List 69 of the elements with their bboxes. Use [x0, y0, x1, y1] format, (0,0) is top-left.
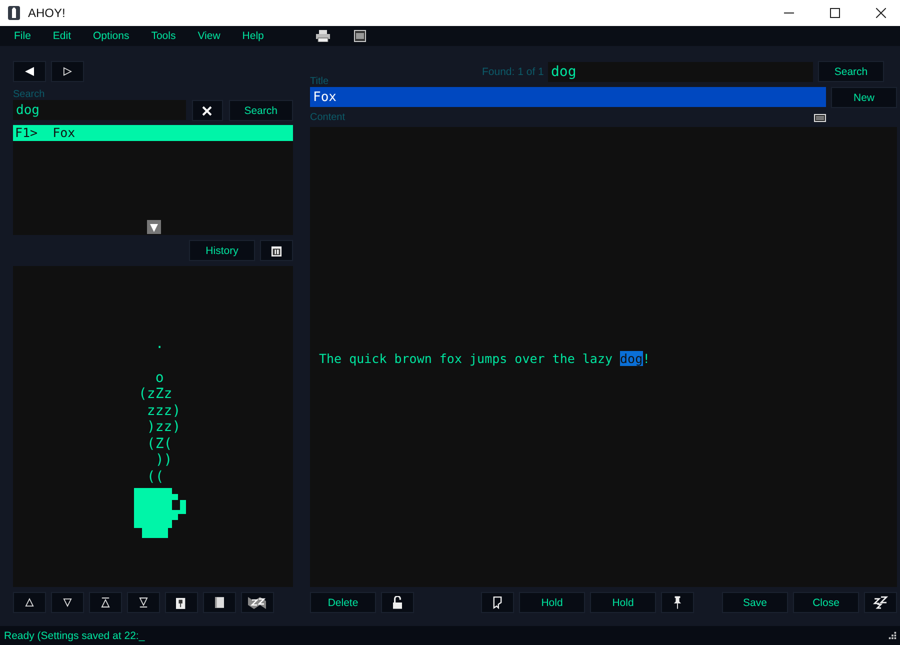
printer-icon[interactable] — [316, 30, 330, 42]
lock-button[interactable] — [381, 592, 414, 613]
move-bottom-button[interactable] — [127, 592, 160, 613]
ascii-steam-line: )) — [154, 452, 174, 468]
bookmark-button[interactable] — [481, 592, 514, 613]
notebook-button[interactable] — [203, 592, 236, 613]
result-item[interactable]: F1> Fox — [13, 125, 293, 141]
unlocked-padlock-icon — [393, 596, 402, 609]
menu-item[interactable]: Help — [242, 30, 264, 42]
app-icon — [8, 6, 20, 20]
search-label: Search — [13, 89, 46, 100]
title-label: Title — [310, 76, 330, 87]
down-triangle-icon — [63, 598, 72, 607]
close-icon[interactable] — [876, 8, 886, 18]
action-button[interactable]: Hold — [519, 592, 585, 613]
sleep-button[interactable] — [241, 592, 274, 613]
content-label: Content — [310, 112, 346, 123]
pin-icon — [673, 596, 682, 609]
move-down-button[interactable] — [51, 592, 84, 613]
clear-icon — [202, 106, 212, 116]
action-button[interactable]: Hold — [590, 592, 656, 613]
keyboard-icon[interactable] — [814, 114, 826, 122]
top-triangle-icon — [101, 597, 110, 608]
menu-item[interactable]: Edit — [52, 30, 72, 42]
search-button[interactable]: Search — [818, 61, 884, 82]
menu-item[interactable]: File — [14, 30, 31, 42]
search-field[interactable]: dog — [13, 100, 186, 120]
forward-button[interactable] — [51, 61, 84, 82]
title-field[interactable]: Fox — [310, 87, 826, 107]
pin-note-icon — [176, 596, 187, 608]
history-button[interactable]: History — [189, 240, 255, 261]
maximize-icon[interactable] — [830, 8, 840, 18]
ascii-steam-line: o — [154, 370, 165, 386]
move-top-button[interactable] — [89, 592, 122, 613]
menu-item[interactable]: Options — [93, 30, 130, 42]
new-button[interactable]: New — [831, 87, 897, 108]
ascii-steam-line: zzz) — [146, 402, 182, 419]
ascii-steam-line: (Z( — [146, 436, 174, 452]
bookmark-icon — [493, 596, 502, 609]
action-button[interactable]: Close — [793, 592, 859, 613]
mug-drawing — [134, 488, 186, 538]
note-text[interactable]: The quick brown fox jumps over the lazy dog! — [319, 351, 650, 366]
resize-grip-icon[interactable] — [888, 631, 897, 640]
pin-note-button[interactable] — [165, 592, 198, 613]
ascii-steam-line: (( — [146, 468, 165, 485]
scroll-down-icon[interactable] — [147, 220, 161, 234]
action-button[interactable]: Save — [722, 592, 788, 613]
menu-item[interactable]: View — [198, 30, 220, 42]
menu-item[interactable]: Tools — [151, 30, 176, 42]
bottom-triangle-icon — [139, 597, 148, 608]
move-up-button[interactable] — [13, 592, 46, 613]
forward-arrow-icon — [63, 67, 72, 76]
status-text: Ready (Settings saved at 22:_ — [4, 630, 145, 642]
ascii-steam-line: . — [154, 336, 165, 352]
find-field[interactable]: dog — [548, 62, 813, 82]
ascii-steam-line: )zz) — [146, 419, 182, 436]
back-button[interactable] — [13, 61, 46, 82]
window-title: AHOY! — [28, 6, 66, 20]
search-button[interactable]: Search — [228, 100, 293, 121]
window-icon[interactable] — [354, 30, 366, 42]
action-button[interactable]: Delete — [310, 592, 376, 613]
sleep-button[interactable] — [864, 592, 897, 613]
found-count: Found: 1 of 1 — [482, 66, 545, 78]
pin-button[interactable] — [661, 592, 694, 613]
back-arrow-icon — [25, 67, 34, 76]
ascii-steam-line: (zZz — [138, 386, 174, 402]
notebook-icon — [215, 597, 224, 608]
up-triangle-icon — [25, 598, 34, 607]
clear-button[interactable] — [192, 100, 223, 121]
